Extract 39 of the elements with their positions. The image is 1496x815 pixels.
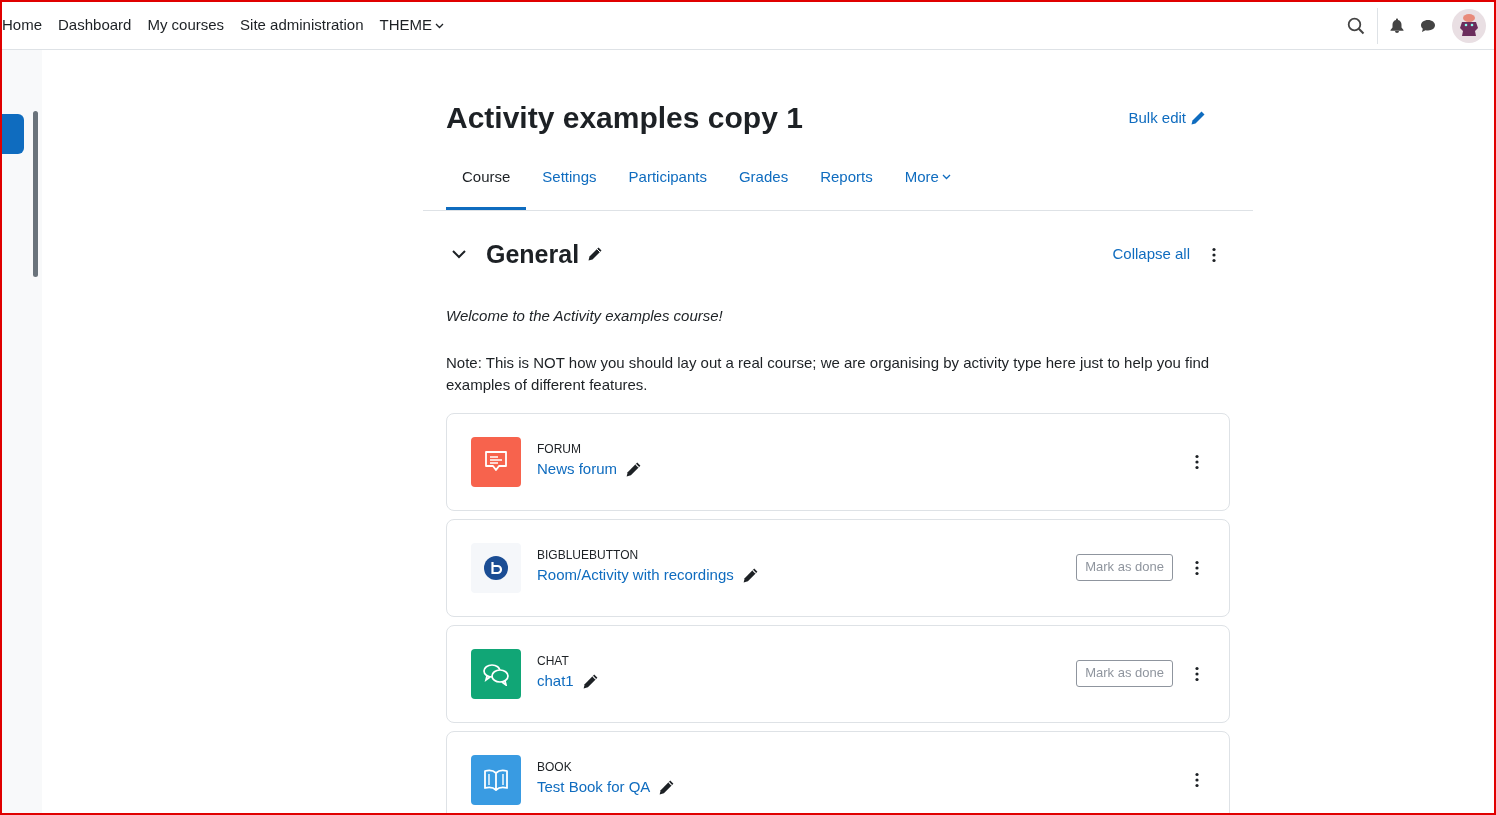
pencil-icon xyxy=(1190,110,1206,126)
nav-link[interactable]: THEME xyxy=(371,14,452,37)
course-tab[interactable]: Grades xyxy=(722,158,805,210)
course-tab[interactable]: More xyxy=(888,158,967,210)
avatar[interactable] xyxy=(1452,8,1486,43)
pencil-icon[interactable] xyxy=(658,778,676,796)
bell-icon[interactable] xyxy=(1390,18,1404,33)
nav-link[interactable]: Home xyxy=(2,14,50,37)
search-icon[interactable] xyxy=(1347,16,1365,35)
activity-type: BIGBLUEBUTTON xyxy=(537,548,640,565)
activity-link[interactable]: Room/Activity with recordings xyxy=(537,564,734,587)
activity-link[interactable]: Test Book for QA xyxy=(537,776,651,799)
course-tab[interactable]: Participants xyxy=(612,158,723,210)
collapse-all-link[interactable]: Collapse all xyxy=(1112,242,1190,265)
pencil-icon[interactable] xyxy=(587,245,604,262)
chat-bubble-icon[interactable] xyxy=(1420,18,1436,33)
section-title: General xyxy=(486,238,580,269)
scrollbar-thumb[interactable] xyxy=(33,111,38,277)
nav-link[interactable]: My courses xyxy=(139,14,233,37)
welcome-text: Welcome to the Activity examples course! xyxy=(446,306,724,326)
note-text: Note: This is NOT how you should lay out a real course; we are organising by activity type here just to help you find examples of different features. xyxy=(446,352,1211,395)
course-title: Activity examples copy 1 xyxy=(446,100,803,136)
nav-link[interactable]: Site administration xyxy=(232,14,372,37)
activity-type: BOOK xyxy=(537,760,573,777)
mark-as-done-button[interactable]: Mark as done xyxy=(1076,554,1173,581)
nav-link[interactable]: Dashboard xyxy=(50,14,140,37)
pencil-icon[interactable] xyxy=(581,672,599,690)
drawer-toggle[interactable] xyxy=(2,114,24,154)
pencil-icon[interactable] xyxy=(741,566,759,584)
activity-type: CHAT xyxy=(537,654,570,671)
mark-as-done-button[interactable]: Mark as done xyxy=(1076,660,1173,687)
course-tab[interactable]: Reports xyxy=(804,158,889,210)
activity-link[interactable]: chat1 xyxy=(537,670,574,693)
bulk-edit-link[interactable]: Bulk edit xyxy=(1128,106,1206,130)
course-tab[interactable]: Course xyxy=(446,158,527,210)
pencil-icon[interactable] xyxy=(625,460,643,478)
course-tab[interactable]: Settings xyxy=(526,158,613,210)
activity-link[interactable]: News forum xyxy=(537,458,618,481)
activity-type: FORUM xyxy=(537,442,582,459)
